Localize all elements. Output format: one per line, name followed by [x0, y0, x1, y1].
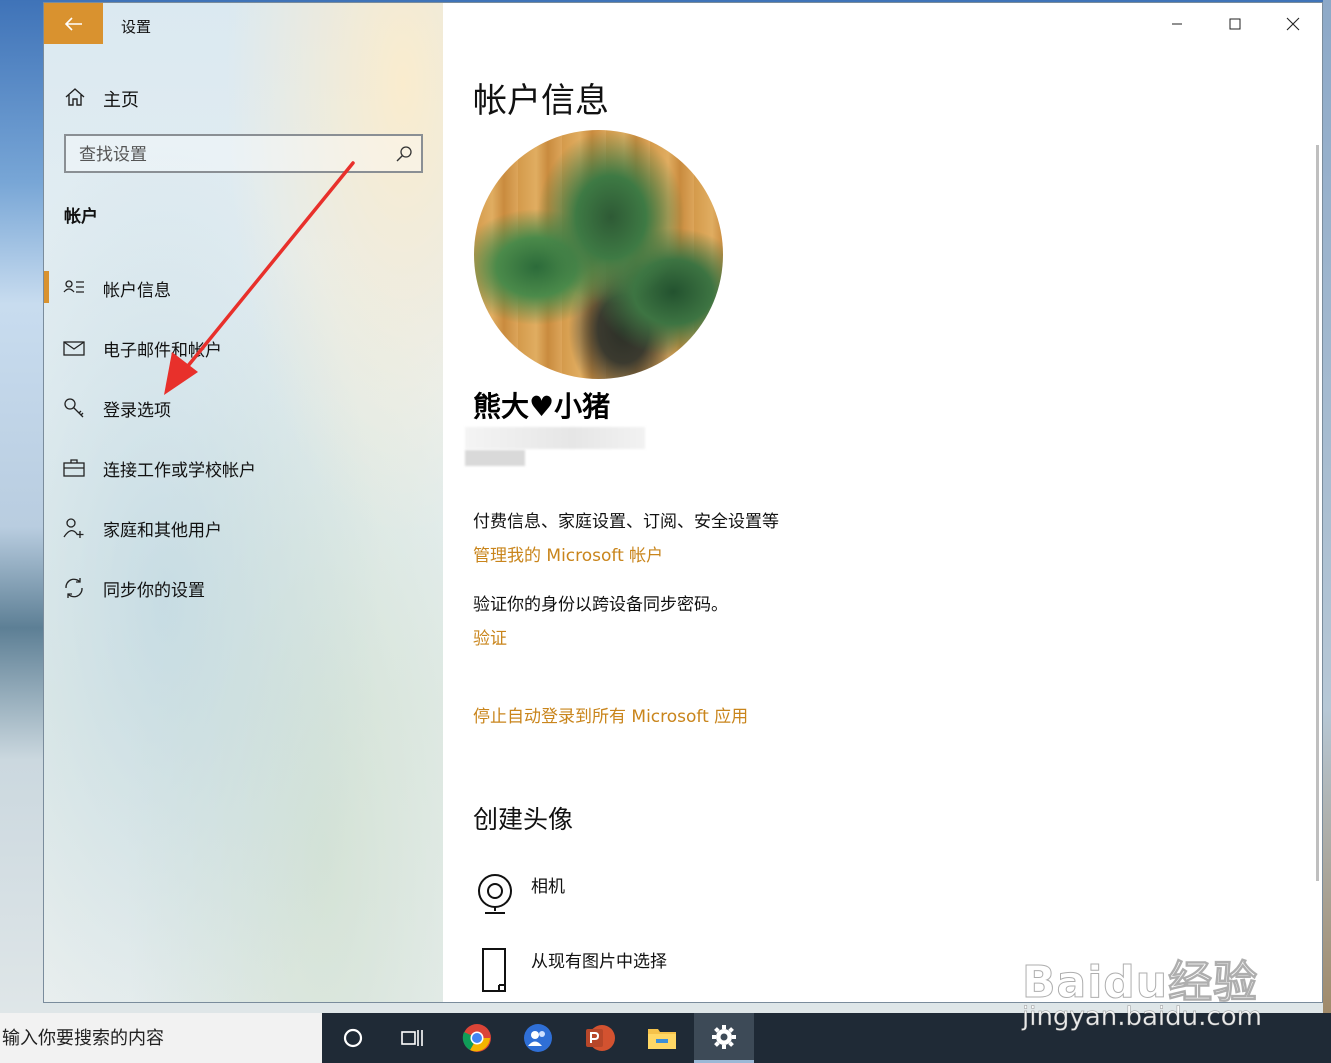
- taskbar-search-input[interactable]: [0, 1013, 322, 1063]
- file-icon[interactable]: [475, 947, 515, 993]
- mail-icon: [63, 341, 85, 356]
- back-button[interactable]: [44, 3, 103, 44]
- nav-home-label: 主页: [103, 90, 139, 111]
- nav-home[interactable]: 主页: [44, 79, 443, 115]
- key-icon: [64, 398, 84, 418]
- file-explorer-icon: [648, 1029, 676, 1049]
- page-title: 帐户信息: [473, 81, 609, 121]
- people-icon: [524, 1024, 552, 1052]
- close-button[interactable]: [1264, 3, 1322, 44]
- sidebar-item-label: 同步你的设置: [103, 581, 205, 601]
- sidebar-item-account-info[interactable]: 帐户信息: [44, 265, 443, 309]
- sidebar-item-label: 电子邮件和帐户: [103, 341, 222, 361]
- settings-window: 设置 主页 帐户 帐户信息: [43, 2, 1323, 1003]
- powerpoint-icon: [586, 1025, 615, 1051]
- file-explorer-button[interactable]: [632, 1013, 692, 1063]
- back-arrow-icon: [64, 16, 82, 31]
- settings-taskbar-button[interactable]: [694, 1013, 754, 1063]
- verify-description: 验证你的身份以跨设备同步密码。: [473, 595, 728, 615]
- account-info-icon: [63, 280, 84, 293]
- chrome-icon: [462, 1024, 491, 1052]
- stop-auto-signin-link[interactable]: 停止自动登录到所有 Microsoft 应用: [473, 702, 748, 727]
- search-input[interactable]: [66, 136, 401, 173]
- settings-gear-icon: [712, 1024, 736, 1049]
- sidebar-item-label: 帐户信息: [103, 281, 171, 301]
- sidebar-item-work-school[interactable]: 连接工作或学校帐户: [44, 445, 443, 489]
- cortana-button[interactable]: [323, 1013, 383, 1063]
- task-view-button[interactable]: [383, 1013, 443, 1063]
- people-button[interactable]: [508, 1013, 568, 1063]
- billing-description: 付费信息、家庭设置、订阅、安全设置等: [473, 512, 779, 532]
- search-box[interactable]: [64, 134, 423, 173]
- sidebar-item-label: 连接工作或学校帐户: [103, 461, 256, 481]
- desktop-edge: [1323, 0, 1331, 1013]
- scrollbar[interactable]: [1316, 145, 1319, 881]
- sidebar-item-email-accounts[interactable]: 电子邮件和帐户: [44, 325, 443, 369]
- maximize-icon: [1229, 18, 1241, 29]
- home-icon: [65, 88, 85, 106]
- sync-icon: [65, 578, 83, 598]
- create-avatar-heading: 创建头像: [473, 805, 574, 834]
- verify-link[interactable]: 验证: [473, 624, 507, 649]
- section-title: 帐户: [64, 207, 98, 227]
- sidebar-item-label: 登录选项: [103, 401, 171, 421]
- camera-icon[interactable]: [475, 871, 515, 915]
- taskbar: [0, 1013, 1331, 1063]
- choose-picture-option[interactable]: 从现有图片中选择: [531, 947, 667, 972]
- sidebar-item-sync-settings[interactable]: 同步你的设置: [44, 565, 443, 609]
- search-icon[interactable]: [395, 145, 413, 163]
- active-indicator: [44, 271, 49, 303]
- maximize-button[interactable]: [1206, 3, 1264, 44]
- chrome-button[interactable]: [447, 1013, 507, 1063]
- window-title: 设置: [121, 18, 152, 36]
- sidebar-item-label: 家庭和其他用户: [103, 521, 222, 541]
- sidebar-item-sign-in-options[interactable]: 登录选项: [44, 385, 443, 429]
- redacted-email: [465, 427, 645, 449]
- redacted-account-type: [465, 450, 525, 466]
- task-view-icon: [401, 1030, 423, 1046]
- main-content: 帐户信息 熊大♥小猪 付费信息、家庭设置、订阅、安全设置等 管理我的 Micro…: [443, 3, 1322, 1002]
- close-icon: [1286, 17, 1300, 30]
- cortana-icon: [343, 1028, 363, 1048]
- sidebar: 设置 主页 帐户 帐户信息: [44, 3, 443, 1002]
- add-person-icon: [63, 518, 84, 538]
- manage-account-link[interactable]: 管理我的 Microsoft 帐户: [473, 541, 663, 566]
- user-name: 熊大♥小猪: [473, 390, 611, 423]
- minimize-icon: [1172, 23, 1182, 24]
- powerpoint-button[interactable]: [570, 1013, 630, 1063]
- camera-option[interactable]: 相机: [531, 872, 565, 897]
- taskbar-search[interactable]: [0, 1013, 322, 1063]
- user-avatar: [474, 130, 723, 379]
- briefcase-icon: [63, 459, 85, 477]
- minimize-button[interactable]: [1148, 3, 1206, 44]
- sidebar-item-family-users[interactable]: 家庭和其他用户: [44, 505, 443, 549]
